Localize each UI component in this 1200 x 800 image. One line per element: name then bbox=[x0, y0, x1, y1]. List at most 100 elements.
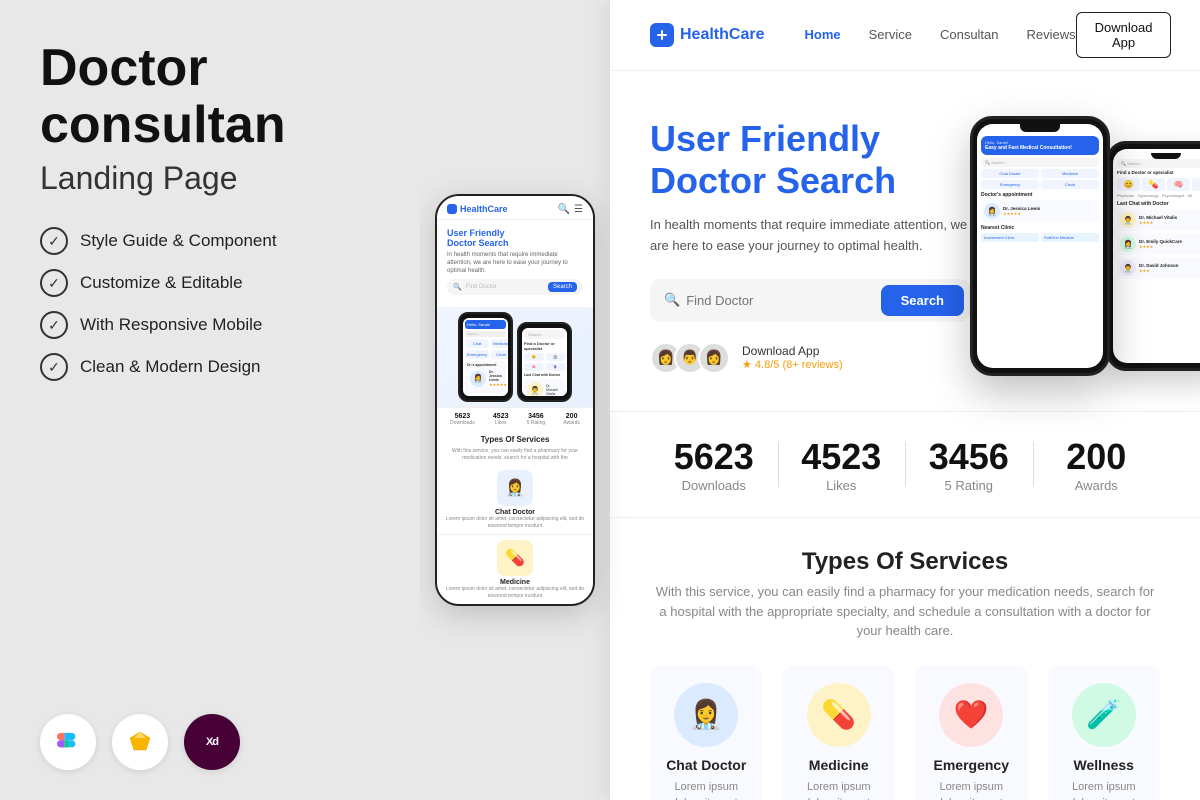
desktop-hero-desc: In health moments that require immediate… bbox=[650, 215, 970, 257]
doctor-card: 👩‍⚕️ Dr. Jessica Lewis ★★★★★ bbox=[981, 200, 1099, 222]
desktop-hero-text: User Friendly Doctor Search In health mo… bbox=[650, 118, 970, 373]
desktop-hero-search: 🔍 Search bbox=[650, 279, 970, 322]
mobile-preview-wrapper: HealthCare 🔍 ☰ User FriendlyDoctor Searc… bbox=[420, 0, 610, 800]
desktop-hero-download: 👩 👨 👩 Download App ★ 4.8/5 (8+ reviews) bbox=[650, 342, 970, 374]
feature-text: With Responsive Mobile bbox=[80, 315, 262, 335]
download-rating: ★ 4.8/5 (8+ reviews) bbox=[742, 358, 843, 371]
doctor-stars: ★★★★ bbox=[1139, 220, 1177, 225]
service-desc: Lorem ipsum dolor sit amet, consectetur … bbox=[443, 586, 587, 599]
category-card: Emergency bbox=[981, 180, 1039, 189]
nav-link-service[interactable]: Service bbox=[869, 27, 912, 42]
chat-doctor-icon: 👩‍⚕️ bbox=[497, 470, 533, 506]
stat-num: 200 bbox=[563, 413, 580, 420]
mobile-hero: User FriendlyDoctor Search In health mom… bbox=[437, 220, 593, 308]
desktop-hero-phones: Hello, Sarah! Easy and Fast Medical Cons… bbox=[970, 116, 1200, 376]
desktop-nav: HealthCare Home Service Consultan Review… bbox=[610, 0, 1200, 71]
mobile-stat-downloads: 5623 Downloads bbox=[450, 413, 475, 426]
nav-item-reviews[interactable]: Reviews bbox=[1027, 26, 1076, 44]
stat-number: 5623 bbox=[650, 436, 778, 478]
doctor-avatar: 👨‍⚕️ bbox=[1120, 260, 1136, 276]
doctor-card: 👨‍⚕️ Dr. Michael Vitalis ★★★★ bbox=[1117, 209, 1200, 231]
desktop-services: Types Of Services With this service, you… bbox=[610, 518, 1200, 800]
service-card-desc: Lorem ipsum dolor sit amet, consectetur … bbox=[664, 779, 749, 800]
hero-search-button[interactable]: Search bbox=[881, 285, 964, 316]
mobile-services-title: Types Of Services bbox=[437, 431, 593, 448]
service-card-desc: Lorem ipsum dolor sit amet, consectetur … bbox=[797, 779, 882, 800]
logo-text: HealthCare bbox=[680, 26, 764, 44]
stat-num: 5623 bbox=[450, 413, 475, 420]
category-card: Chat Doctor bbox=[981, 169, 1039, 178]
emergency-icon: ❤️ bbox=[939, 683, 1003, 747]
right-panel: HealthCare 🔍 ☰ User FriendlyDoctor Searc… bbox=[420, 0, 1200, 800]
mobile-hero-title: User FriendlyDoctor Search bbox=[447, 228, 583, 250]
service-card-title: Chat Doctor bbox=[664, 757, 749, 773]
nav-link-consultan[interactable]: Consultan bbox=[940, 27, 999, 42]
spec-icon: ⚕️ bbox=[1192, 178, 1200, 191]
stat-label: 5 Rating bbox=[527, 420, 546, 426]
specialist-label: Find a Doctor or specialist bbox=[1117, 170, 1200, 175]
stat-label: Likes bbox=[493, 420, 509, 426]
phone-mockup-right: Search... Find a Doctor or specialist 😊 … bbox=[517, 322, 572, 402]
nav-item-home[interactable]: Home bbox=[804, 26, 840, 44]
medicine-icon: 💊 bbox=[497, 540, 533, 576]
desktop-preview[interactable]: HealthCare Home Service Consultan Review… bbox=[610, 0, 1200, 800]
service-card-desc: Lorem ipsum dolor sit amet, consectetur … bbox=[1062, 779, 1147, 800]
services-title: Types Of Services bbox=[650, 548, 1160, 576]
check-icon: ✓ bbox=[40, 269, 68, 297]
phone-screen-content: Hello, Sarah! Easy and Fast Medical Cons… bbox=[977, 132, 1103, 246]
check-icon: ✓ bbox=[40, 353, 68, 381]
stat-number: 200 bbox=[1033, 436, 1161, 478]
doctor-stars: ★★★★★ bbox=[1003, 211, 1040, 216]
mobile-logo-text: HealthCare bbox=[460, 204, 508, 214]
mobile-search-button[interactable]: Search bbox=[548, 282, 577, 292]
desktop-hero: User Friendly Doctor Search In health mo… bbox=[610, 71, 1200, 411]
logo-icon bbox=[650, 23, 674, 47]
service-name: Medicine bbox=[443, 579, 587, 586]
stat-downloads: 5623 Downloads bbox=[650, 436, 778, 493]
chat-doctor-icon: 👩‍⚕️ bbox=[674, 683, 738, 747]
download-app-button[interactable]: Download App bbox=[1076, 12, 1172, 58]
nav-item-consultan[interactable]: Consultan bbox=[940, 26, 999, 44]
search-icon: 🔍 bbox=[453, 283, 462, 291]
phone-header-text: Easy and Fast Medical Consultation! bbox=[985, 145, 1095, 151]
doctor-card: 👨‍⚕️ Dr. David Johnson ★★★ bbox=[1117, 257, 1200, 279]
nav-link-reviews[interactable]: Reviews bbox=[1027, 27, 1076, 42]
service-card-title: Wellness bbox=[1062, 757, 1147, 773]
stat-awards: 200 Awards bbox=[1033, 436, 1161, 493]
mobile-search-bar: 🔍 Find Doctor Search bbox=[447, 279, 583, 295]
services-desc: With this service, you can easily find a… bbox=[655, 582, 1155, 641]
nav-link-home[interactable]: Home bbox=[804, 27, 840, 42]
stat-number: 3456 bbox=[905, 436, 1033, 478]
category-card: Circle bbox=[1041, 180, 1099, 189]
mobile-hero-sub: In health moments that require immediate… bbox=[447, 252, 583, 275]
clinic-card: SoftOne Medical bbox=[1041, 233, 1099, 242]
spec-icon: 🧠 bbox=[1167, 178, 1190, 191]
phone-left: Hello, Sarah! Easy and Fast Medical Cons… bbox=[970, 116, 1110, 376]
features-list: ✓ Style Guide & Component ✓ Customize & … bbox=[40, 227, 380, 381]
phone-search: 🔍 Search... bbox=[1117, 159, 1200, 168]
mini-search: Search... bbox=[524, 330, 565, 339]
stat-label: Awards bbox=[563, 420, 580, 426]
xd-icon: Xd bbox=[184, 714, 240, 770]
medicine-icon: 💊 bbox=[807, 683, 871, 747]
mobile-stats: 5623 Downloads 4523 Likes 3456 5 Rating … bbox=[437, 407, 593, 431]
desktop-nav-links: Home Service Consultan Reviews bbox=[804, 26, 1075, 44]
service-name: Chat Doctor bbox=[443, 509, 587, 516]
doctor-avatar: 👩‍⚕️ bbox=[1120, 236, 1136, 252]
mobile-search-placeholder: Find Doctor bbox=[466, 284, 544, 290]
mobile-services-desc: With this service, you can easily find a… bbox=[437, 448, 593, 465]
service-card-desc: Lorem ipsum dolor sit amet, consectetur … bbox=[929, 779, 1014, 800]
mobile-stat-likes: 4523 Likes bbox=[493, 413, 509, 426]
doctor-stars: ★★★ bbox=[1139, 268, 1179, 273]
find-doctor-input[interactable] bbox=[686, 293, 880, 308]
main-title: Doctor consultan bbox=[40, 40, 380, 154]
feature-text: Clean & Modern Design bbox=[80, 357, 260, 377]
service-card-chat: 👩‍⚕️ Chat Doctor Lorem ipsum dolor sit a… bbox=[650, 665, 763, 800]
phone-right: 🔍 Search... Find a Doctor or specialist … bbox=[1106, 141, 1200, 371]
nav-item-service[interactable]: Service bbox=[869, 26, 912, 44]
mobile-header: HealthCare 🔍 ☰ bbox=[437, 196, 593, 220]
last-chat-label: Last Chat with Doctor bbox=[1117, 201, 1200, 207]
services-grid: 👩‍⚕️ Chat Doctor Lorem ipsum dolor sit a… bbox=[650, 665, 1160, 800]
feature-item: ✓ Style Guide & Component bbox=[40, 227, 380, 255]
stat-label: Downloads bbox=[450, 420, 475, 426]
